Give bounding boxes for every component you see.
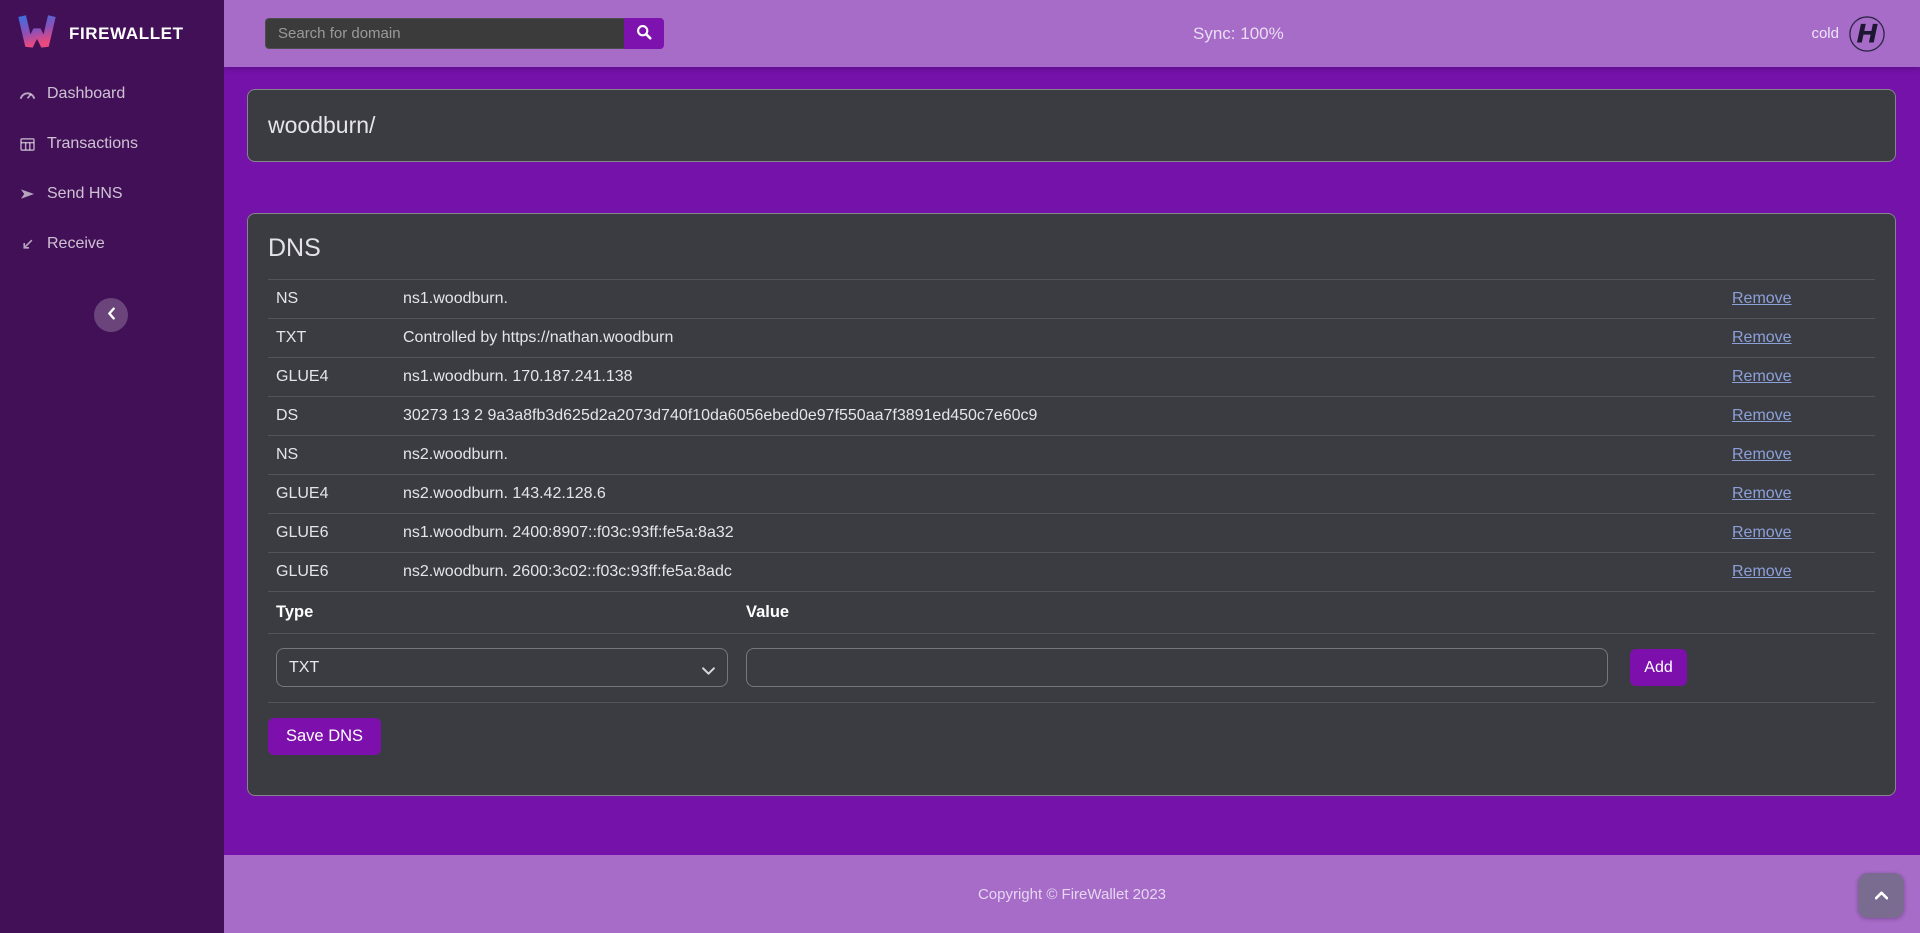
- dashboard-gauge-icon: [18, 88, 36, 101]
- record-type: NS: [276, 446, 403, 464]
- remove-record-link[interactable]: Remove: [1732, 485, 1792, 502]
- dns-card: DNS NSns1.woodburn.RemoveTXTControlled b…: [247, 213, 1896, 796]
- sidebar-item-receive[interactable]: Receive: [0, 219, 224, 269]
- dns-record-row: GLUE6ns1.woodburn. 2400:8907::f03c:93ff:…: [268, 513, 1875, 552]
- add-record-button[interactable]: Add: [1630, 649, 1687, 686]
- dns-record-row: NSns2.woodburn.Remove: [268, 435, 1875, 474]
- topbar: Sync: 100% cold H: [224, 0, 1920, 67]
- dns-record-row: GLUE4ns2.woodburn. 143.42.128.6Remove: [268, 474, 1875, 513]
- record-value: ns1.woodburn.: [403, 290, 1732, 308]
- search-input[interactable]: [265, 18, 624, 49]
- dns-record-row: DS30273 13 2 9a3a8fb3d625d2a2073d740f10d…: [268, 396, 1875, 435]
- record-value: Controlled by https://nathan.woodburn: [403, 329, 1732, 347]
- remove-record-link[interactable]: Remove: [1732, 524, 1792, 541]
- sidebar-item-dashboard[interactable]: Dashboard: [0, 69, 224, 119]
- wallet-status-group: cold H: [1811, 15, 1886, 53]
- sidebar-item-transactions[interactable]: Transactions: [0, 119, 224, 169]
- remove-record-link[interactable]: Remove: [1732, 446, 1792, 463]
- record-value: ns1.woodburn. 2400:8907::f03c:93ff:fe5a:…: [403, 524, 1732, 542]
- remove-record-link[interactable]: Remove: [1732, 563, 1792, 580]
- domain-search: [265, 18, 664, 49]
- sidebar-item-send-hns[interactable]: Send HNS: [0, 169, 224, 219]
- dns-add-row: TXT Add: [268, 634, 1875, 703]
- dns-record-row: TXTControlled by https://nathan.woodburn…: [268, 318, 1875, 357]
- main-content: woodburn/ DNS NSns1.woodburn.RemoveTXTCo…: [224, 67, 1920, 855]
- firewallet-w-logo-icon: [16, 10, 58, 57]
- chevron-left-icon: [107, 307, 116, 323]
- dns-record-row: GLUE4ns1.woodburn. 170.187.241.138Remove: [268, 357, 1875, 396]
- record-type: GLUE4: [276, 485, 403, 503]
- dns-records-table: NSns1.woodburn.RemoveTXTControlled by ht…: [268, 279, 1875, 591]
- remove-record-link[interactable]: Remove: [1732, 368, 1792, 385]
- record-type: GLUE6: [276, 563, 403, 581]
- type-column-header: Type: [276, 603, 746, 622]
- wallet-mode-label: cold: [1811, 25, 1839, 42]
- record-value: ns2.woodburn.: [403, 446, 1732, 464]
- dns-form-header: Type Value: [268, 591, 1875, 634]
- dns-section-title: DNS: [268, 234, 1875, 263]
- remove-record-link[interactable]: Remove: [1732, 407, 1792, 424]
- record-type: DS: [276, 407, 403, 425]
- handshake-logo-icon[interactable]: H: [1848, 15, 1886, 53]
- sidebar-item-label: Send HNS: [47, 185, 123, 203]
- sidebar-item-label: Dashboard: [47, 85, 125, 103]
- sidebar-item-label: Transactions: [47, 135, 138, 153]
- send-icon: [18, 188, 36, 200]
- record-type: TXT: [276, 329, 403, 347]
- domain-header-card: woodburn/: [247, 89, 1896, 162]
- brand-name: FIREWALLET: [69, 24, 184, 44]
- sidebar-nav: Dashboard Transactions Send HNS: [0, 69, 224, 269]
- record-type: GLUE4: [276, 368, 403, 386]
- record-type: NS: [276, 290, 403, 308]
- search-icon: [636, 24, 652, 43]
- search-button[interactable]: [624, 18, 664, 49]
- record-value: ns2.woodburn. 143.42.128.6: [403, 485, 1732, 503]
- copyright-text: Copyright © FireWallet 2023: [978, 886, 1166, 903]
- page-title: woodburn/: [268, 112, 375, 139]
- footer: Copyright © FireWallet 2023: [224, 855, 1920, 933]
- sidebar-item-label: Receive: [47, 235, 105, 253]
- chevron-up-icon: [1875, 888, 1888, 903]
- remove-record-link[interactable]: Remove: [1732, 290, 1792, 307]
- record-value-input[interactable]: [746, 648, 1608, 687]
- sidebar: FIREWALLET Dashboard Transactions: [0, 0, 224, 933]
- record-type: GLUE6: [276, 524, 403, 542]
- dns-record-row: NSns1.woodburn.Remove: [268, 279, 1875, 318]
- receive-arrow-icon: [18, 238, 36, 251]
- sync-status: Sync: 100%: [1193, 24, 1284, 44]
- dns-record-row: GLUE6ns2.woodburn. 2600:3c02::f03c:93ff:…: [268, 552, 1875, 591]
- sidebar-collapse-button[interactable]: [94, 298, 128, 332]
- record-type-select[interactable]: TXT: [276, 648, 728, 687]
- svg-text:H: H: [1853, 19, 1881, 49]
- transactions-table-icon: [18, 138, 36, 151]
- save-dns-button[interactable]: Save DNS: [268, 718, 381, 755]
- record-value: ns1.woodburn. 170.187.241.138: [403, 368, 1732, 386]
- scroll-to-top-button[interactable]: [1858, 873, 1904, 918]
- record-value: ns2.woodburn. 2600:3c02::f03c:93ff:fe5a:…: [403, 563, 1732, 581]
- value-column-header: Value: [746, 603, 789, 622]
- record-value: 30273 13 2 9a3a8fb3d625d2a2073d740f10da6…: [403, 407, 1732, 425]
- brand[interactable]: FIREWALLET: [0, 0, 224, 67]
- remove-record-link[interactable]: Remove: [1732, 329, 1792, 346]
